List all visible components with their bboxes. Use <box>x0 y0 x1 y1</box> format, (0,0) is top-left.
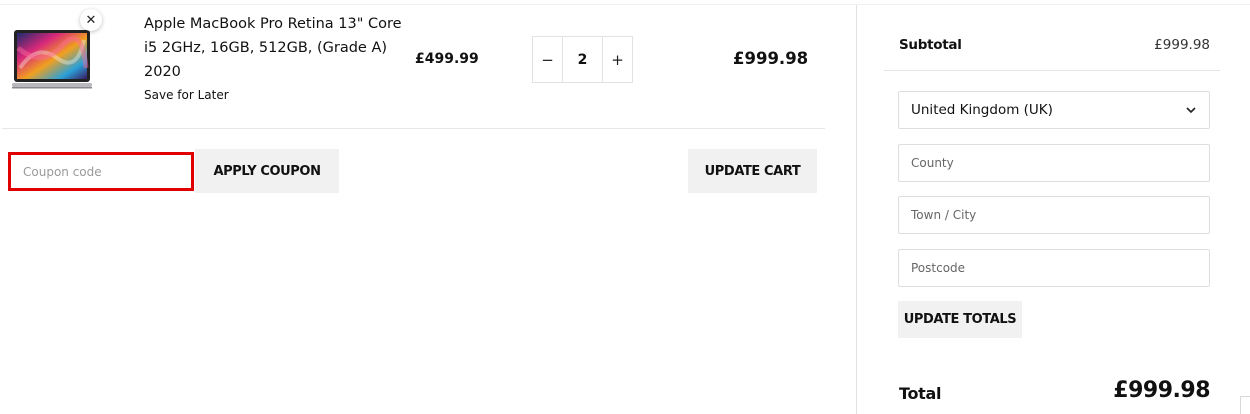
postcode-field[interactable] <box>898 249 1210 287</box>
decrease-quantity-button[interactable]: − <box>533 37 562 82</box>
chevron-down-icon <box>1186 107 1196 114</box>
coupon-code-input[interactable] <box>8 152 194 191</box>
close-icon: ✕ <box>85 12 97 28</box>
remove-item-button[interactable]: ✕ <box>80 9 102 31</box>
apply-coupon-button[interactable]: APPLY COUPON <box>195 149 339 193</box>
country-value: United Kingdom (UK) <box>911 102 1053 118</box>
update-totals-button[interactable]: UPDATE TOTALS <box>898 301 1022 338</box>
corner-widget <box>1240 396 1250 414</box>
subtotal-divider <box>884 70 1220 71</box>
county-field[interactable] <box>898 144 1210 182</box>
line-total: £999.98 <box>733 49 809 68</box>
subtotal-label: Subtotal <box>899 37 962 53</box>
top-divider <box>0 4 1250 5</box>
subtotal-value: £999.98 <box>1154 37 1210 53</box>
quantity-stepper: − 2 + <box>532 36 633 83</box>
unit-price: £499.99 <box>415 51 479 67</box>
total-label: Total <box>899 384 942 403</box>
product-name-link[interactable]: Apple MacBook Pro Retina 13" Core i5 2GH… <box>144 12 406 84</box>
column-divider <box>856 5 857 414</box>
row-divider <box>2 128 825 129</box>
product-thumbnail[interactable] <box>12 28 92 90</box>
increase-quantity-button[interactable]: + <box>603 37 632 82</box>
country-select[interactable]: United Kingdom (UK) <box>898 91 1210 129</box>
town-city-field[interactable] <box>898 196 1210 234</box>
update-cart-button[interactable]: UPDATE CART <box>688 149 817 193</box>
total-value: £999.98 <box>1113 378 1210 403</box>
save-for-later-link[interactable]: Save for Later <box>144 88 229 102</box>
quantity-value[interactable]: 2 <box>562 37 603 82</box>
